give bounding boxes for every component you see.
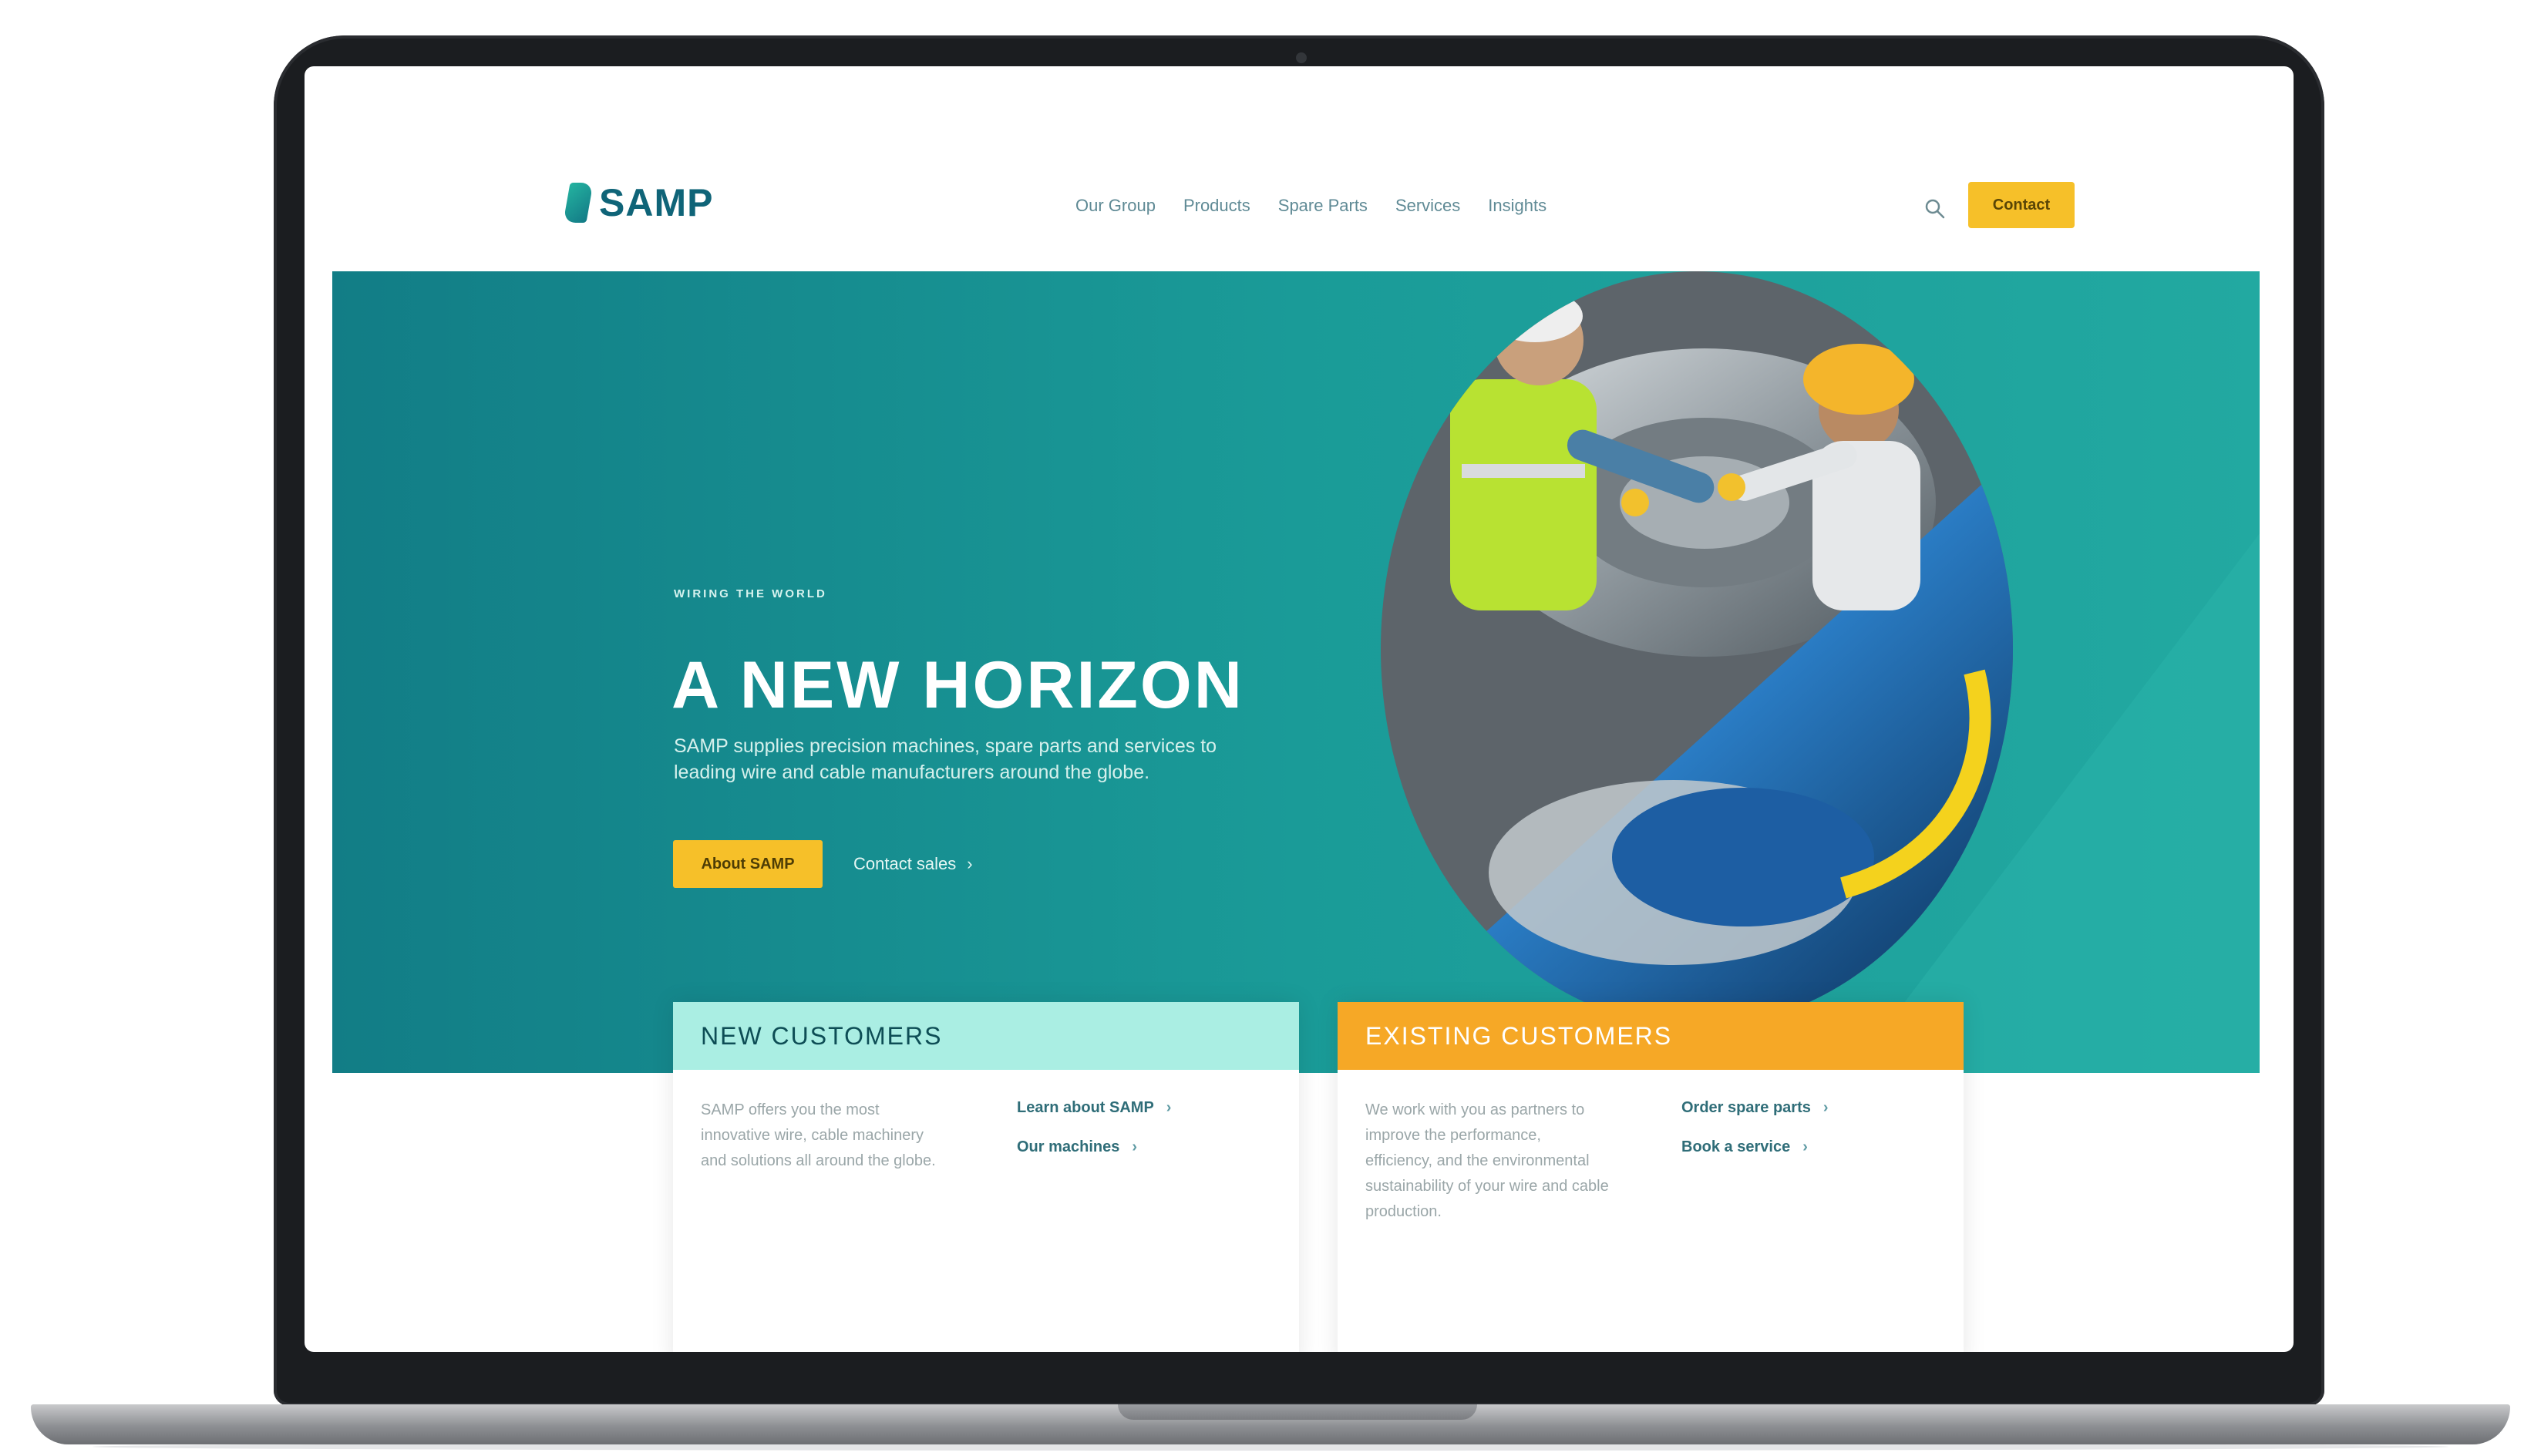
book-a-service-link[interactable]: Book a service ›	[1681, 1138, 1829, 1156]
search-icon[interactable]	[1923, 197, 1947, 220]
hero-description: SAMP supplies precision machines, spare …	[674, 735, 1217, 783]
hero-banner: WIRING THE WORLD A NEW HORIZON SAMP supp…	[332, 271, 2260, 1073]
nav-our-group[interactable]: Our Group	[1075, 196, 1156, 216]
contact-button[interactable]: Contact	[1968, 182, 2075, 228]
existing-customers-card: EXISTING CUSTOMERS We work with you as p…	[1338, 1002, 1964, 1352]
learn-about-samp-link[interactable]: Learn about SAMP ›	[1017, 1099, 1171, 1117]
samp-logo[interactable]: SAMP	[563, 180, 714, 225]
hero-title: A NEW HORIZON	[671, 647, 1244, 722]
laptop-screen: SAMP Our Group Products Spare Parts Serv…	[305, 66, 2294, 1352]
existing-customers-body: We work with you as partners to improve …	[1338, 1070, 1964, 1253]
new-customers-title: NEW CUSTOMERS	[673, 1002, 1299, 1070]
nav-spare-parts[interactable]: Spare Parts	[1278, 196, 1368, 216]
book-a-service-label: Book a service	[1681, 1138, 1791, 1155]
webcam	[1296, 52, 1307, 63]
existing-customers-title: EXISTING CUSTOMERS	[1338, 1002, 1964, 1070]
chevron-right-icon: ›	[1166, 1099, 1172, 1116]
hero-eyebrow: WIRING THE WORLD	[674, 587, 827, 600]
new-customers-links: Learn about SAMP › Our machines ›	[1017, 1098, 1171, 1174]
samp-logo-mark-icon	[563, 183, 594, 223]
chevron-right-icon: ›	[967, 854, 973, 873]
contact-sales-link[interactable]: Contact sales ›	[853, 854, 973, 874]
chevron-right-icon: ›	[1132, 1138, 1138, 1155]
order-spare-parts-link[interactable]: Order spare parts ›	[1681, 1099, 1829, 1117]
existing-customers-links: Order spare parts › Book a service ›	[1681, 1098, 1829, 1225]
new-customers-text: SAMP offers you the most innovative wire…	[701, 1101, 936, 1169]
chevron-right-icon: ›	[1802, 1138, 1808, 1155]
learn-about-samp-label: Learn about SAMP	[1017, 1099, 1154, 1116]
chevron-right-icon: ›	[1822, 1099, 1829, 1116]
our-machines-label: Our machines	[1017, 1138, 1120, 1155]
contact-sales-label: Contact sales	[853, 854, 957, 873]
main-nav: Our Group Products Spare Parts Services …	[1075, 196, 1546, 216]
about-samp-button[interactable]: About SAMP	[673, 840, 823, 888]
order-spare-parts-label: Order spare parts	[1681, 1099, 1811, 1116]
laptop-base-notch	[1118, 1404, 1477, 1420]
nav-services[interactable]: Services	[1395, 196, 1460, 216]
nav-insights[interactable]: Insights	[1488, 196, 1546, 216]
new-customers-card: NEW CUSTOMERS SAMP offers you the most i…	[673, 1002, 1299, 1352]
our-machines-link[interactable]: Our machines ›	[1017, 1138, 1171, 1156]
existing-customers-text: We work with you as partners to improve …	[1365, 1101, 1609, 1220]
hero-image-workers-wire-coils	[1381, 271, 2013, 1027]
logo-text: SAMP	[599, 181, 714, 224]
nav-products[interactable]: Products	[1183, 196, 1250, 216]
new-customers-body: SAMP offers you the most innovative wire…	[673, 1070, 1299, 1202]
